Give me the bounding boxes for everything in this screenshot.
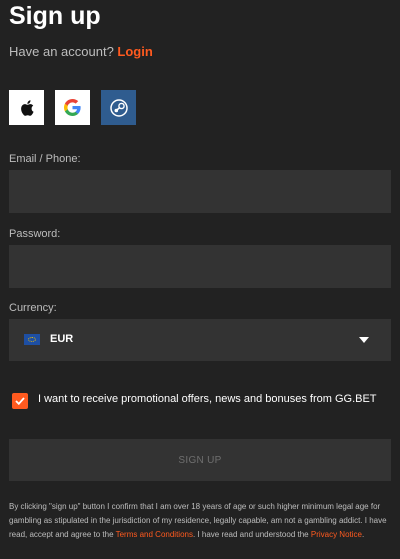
- legal-text-part-3: .: [361, 530, 365, 539]
- steam-signin-button[interactable]: [101, 90, 136, 125]
- currency-select[interactable]: EUR: [9, 319, 391, 361]
- sign-up-button[interactable]: SIGN UP: [9, 439, 391, 481]
- have-account-text: Have an account?: [9, 44, 114, 59]
- terms-link[interactable]: Terms and Conditions: [116, 530, 193, 539]
- apple-signin-button[interactable]: [9, 90, 44, 125]
- eu-flag-icon: [24, 334, 40, 345]
- legal-text-part-2: . I have read and understood the: [192, 530, 311, 539]
- steam-icon: [109, 98, 128, 117]
- currency-label: Currency:: [9, 302, 57, 314]
- currency-value: EUR: [50, 333, 74, 345]
- email-label: Email / Phone:: [9, 153, 81, 165]
- have-account-row: Have an account? Login: [9, 44, 153, 59]
- google-icon: [64, 99, 81, 116]
- google-signin-button[interactable]: [55, 90, 90, 125]
- page-title: Sign up: [9, 2, 101, 30]
- chevron-down-icon: [359, 337, 369, 343]
- privacy-link[interactable]: Privacy Notice: [311, 530, 362, 539]
- login-link[interactable]: Login: [117, 44, 152, 59]
- apple-icon: [20, 99, 33, 116]
- password-label: Password:: [9, 228, 61, 240]
- promo-checkbox-label: I want to receive promotional offers, ne…: [38, 393, 377, 405]
- legal-text: By clicking "sign up" button I confirm t…: [9, 500, 394, 542]
- checkmark-icon: [15, 397, 25, 405]
- promo-checkbox[interactable]: [12, 393, 28, 409]
- password-field[interactable]: [9, 245, 391, 288]
- email-phone-field[interactable]: [9, 170, 391, 213]
